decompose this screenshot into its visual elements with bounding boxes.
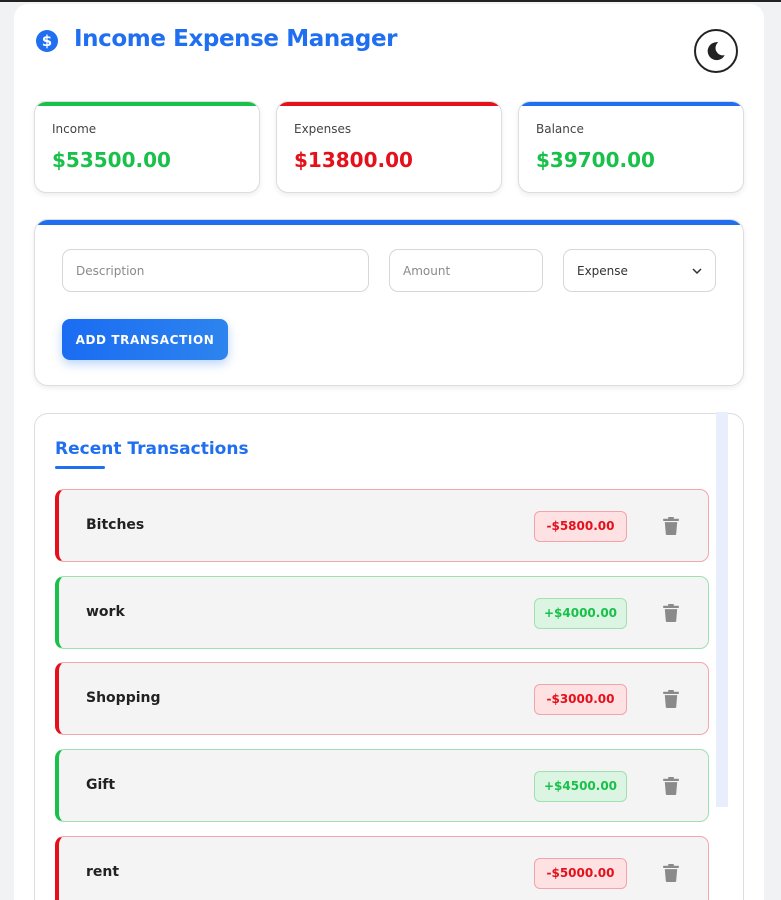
transaction-amount: -$5800.00 [534, 511, 627, 542]
app-title: Income Expense Manager [74, 26, 398, 52]
add-transaction-button[interactable]: ADD TRANSACTION [62, 319, 228, 360]
transaction-amount: -$3000.00 [534, 684, 627, 715]
transaction-description: work [86, 604, 125, 620]
balance-amount: $39700.00 [536, 148, 655, 172]
expenses-card: Expenses $13800.00 [276, 101, 502, 193]
type-select-value: Expense [577, 263, 628, 278]
title-underline [55, 466, 105, 469]
expenses-amount: $13800.00 [294, 148, 413, 172]
form-card-accent [35, 220, 743, 225]
transaction-amount: -$5000.00 [534, 858, 627, 889]
balance-card-accent [519, 102, 743, 106]
type-select[interactable]: Expense [563, 249, 716, 292]
balance-label: Balance [536, 122, 584, 136]
transaction-description: rent [86, 864, 120, 880]
trash-icon[interactable] [663, 864, 679, 882]
theme-toggle-button[interactable] [694, 29, 738, 73]
chevron-down-icon [692, 267, 702, 274]
transaction-form: Expense ADD TRANSACTION [34, 219, 744, 386]
transactions-panel: Recent Transactions Bitches -$5800.00 wo… [34, 413, 744, 900]
transaction-amount: +$4000.00 [534, 598, 627, 629]
transaction-row: Bitches -$5800.00 [55, 489, 709, 562]
transaction-row: Gift +$4500.00 [55, 749, 709, 822]
transaction-description: Bitches [86, 517, 145, 533]
transaction-row: rent -$5000.00 [55, 836, 709, 900]
transaction-description: Shopping [86, 690, 161, 706]
transaction-amount: +$4500.00 [534, 771, 627, 802]
expenses-card-accent [277, 102, 501, 106]
trash-icon[interactable] [663, 517, 679, 535]
income-amount: $53500.00 [52, 148, 171, 172]
balance-card: Balance $39700.00 [518, 101, 744, 193]
transaction-row: work +$4000.00 [55, 576, 709, 649]
scrollbar[interactable] [716, 412, 728, 807]
income-label: Income [52, 122, 97, 136]
amount-input[interactable] [389, 249, 543, 292]
moon-icon [707, 42, 725, 61]
trash-icon[interactable] [663, 777, 679, 795]
transaction-description: Gift [86, 777, 116, 793]
header: $ Income Expense Manager [14, 4, 764, 84]
income-card-accent [35, 102, 259, 106]
description-input[interactable] [62, 249, 369, 292]
income-card: Income $53500.00 [34, 101, 260, 193]
transaction-row: Shopping -$3000.00 [55, 662, 709, 735]
section-title: Recent Transactions [55, 439, 249, 459]
dollar-circle-icon: $ [36, 30, 58, 52]
app-container: $ Income Expense Manager Income $53500.0… [14, 4, 764, 900]
expenses-label: Expenses [294, 122, 352, 136]
trash-icon[interactable] [663, 604, 679, 622]
trash-icon[interactable] [663, 690, 679, 708]
